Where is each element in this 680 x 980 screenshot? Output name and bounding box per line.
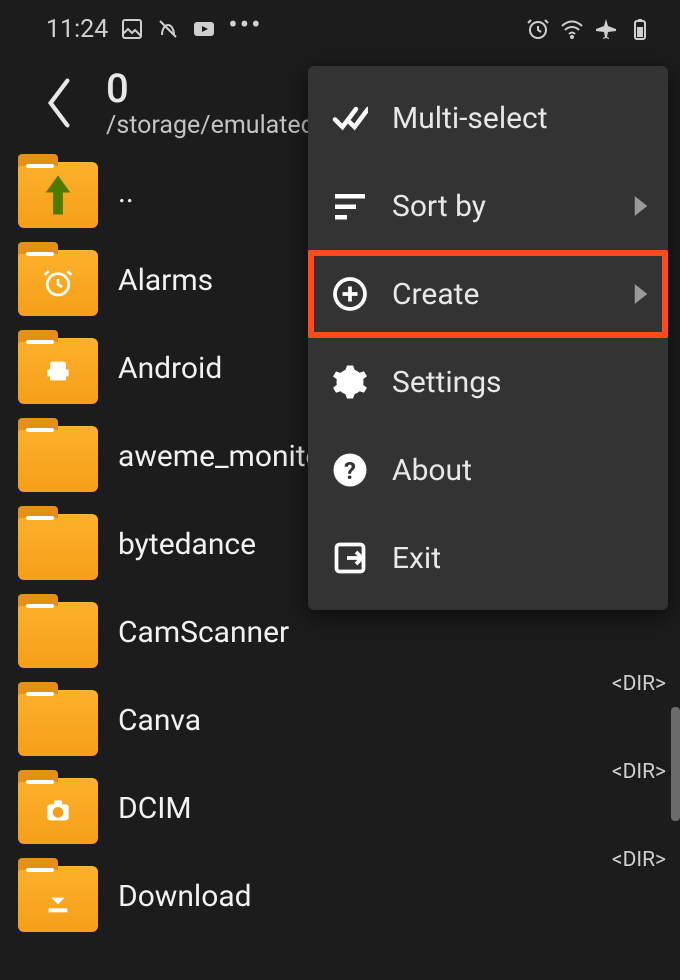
about-icon: ? [332,452,368,488]
folder-icon [18,426,98,492]
menu-item-settings[interactable]: Settings [308,338,668,426]
file-row[interactable]: Canva <DIR> [0,676,680,764]
multiselect-icon [332,100,368,136]
menu-label: Sort by [392,189,610,224]
folder-icon [18,602,98,668]
status-bar: 11:24 ••• [0,0,680,58]
folder-icon [18,778,98,844]
back-button[interactable] [42,75,76,131]
file-row[interactable]: DCIM <DIR> [0,764,680,852]
alarm-icon [526,17,550,41]
mute-icon [156,17,180,41]
airplane-icon [594,17,618,41]
file-name: CamScanner [118,615,289,650]
menu-label: Multi-select [392,101,648,136]
status-time: 11:24 [46,15,108,44]
chevron-right-icon [634,196,648,216]
wifi-icon [560,17,584,41]
folder-up-icon [18,162,98,228]
settings-icon [332,364,368,400]
menu-item-exit[interactable]: Exit [308,514,668,602]
battery-icon [628,17,652,41]
exit-icon [332,540,368,576]
current-path: /storage/emulated [106,112,315,141]
folder-icon [18,514,98,580]
file-name: DCIM [118,791,192,826]
menu-label: About [392,453,648,488]
file-name: .. [118,175,134,210]
file-row[interactable]: Download [0,852,680,940]
menu-item-about[interactable]: ? About [308,426,668,514]
menu-label: Create [392,277,610,312]
menu-label: Exit [392,541,648,576]
file-name: Canva [118,703,201,738]
svg-text:?: ? [344,457,356,485]
create-icon [332,276,368,312]
folder-icon [18,866,98,932]
menu-item-sortby[interactable]: Sort by [308,162,668,250]
file-name: aweme_monitor [118,439,333,474]
file-name: Alarms [118,263,213,298]
sort-icon [332,188,368,224]
folder-icon [18,690,98,756]
page-title: 0 [106,66,315,112]
menu-label: Settings [392,365,648,400]
scrollbar-thumb[interactable] [671,707,680,821]
folder-icon [18,338,98,404]
folder-icon [18,250,98,316]
menu-item-multiselect[interactable]: Multi-select [308,74,668,162]
file-name: Android [118,351,222,386]
menu-item-create[interactable]: Create [308,250,668,338]
image-icon [120,17,144,41]
file-name: bytedance [118,527,256,562]
youtube-icon [192,17,216,41]
file-name: Download [118,879,252,914]
chevron-right-icon [634,284,648,304]
overflow-menu: Multi-select Sort by Create Settings ? A… [308,66,668,610]
